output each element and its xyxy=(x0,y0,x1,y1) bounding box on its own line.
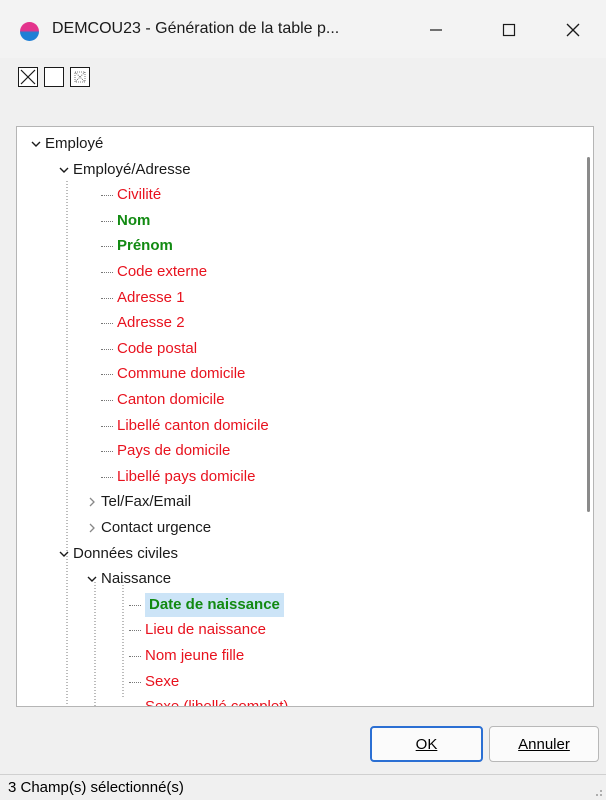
maximize-button[interactable] xyxy=(486,10,532,50)
select-all-button[interactable] xyxy=(18,67,38,87)
field-tree[interactable]: Employé Employé/Adresse Civilité Nom Prénom C… xyxy=(16,126,594,707)
tree-item-label: Canton domicile xyxy=(117,391,225,408)
tree-item-label: Libellé pays domicile xyxy=(117,467,256,485)
close-button[interactable] xyxy=(550,10,596,50)
tree-leaf[interactable]: Code externe xyxy=(17,260,577,284)
tree-leaf[interactable]: Adresse 2 xyxy=(17,311,577,335)
tree-item-label: Naissance xyxy=(101,570,172,588)
tree-connector xyxy=(101,195,113,197)
tree-node[interactable]: Données civiles xyxy=(17,542,577,566)
tree-item-label: Lieu de naissance xyxy=(145,621,266,639)
invert-selection-button[interactable] xyxy=(70,67,90,87)
tree-leaf[interactable]: Code postal xyxy=(17,337,577,361)
tree-item-label: Contact urgence xyxy=(101,519,212,536)
tree-node[interactable]: Contact urgence xyxy=(17,516,577,540)
tree-item-label: Tel/Fax/Email xyxy=(101,493,192,511)
tree-item-label: Civilité xyxy=(117,186,162,204)
tree-item-label: Nom jeune fille xyxy=(145,647,245,664)
tree-leaf[interactable]: Libellé pays domicile xyxy=(17,465,577,489)
chevron-down-icon[interactable] xyxy=(29,132,43,156)
checkbox-crossed-icon xyxy=(20,69,36,85)
tree-item-label: Sexe (libellé complet) xyxy=(145,698,289,707)
tree-connector xyxy=(129,604,141,606)
chevron-right-icon[interactable] xyxy=(85,490,99,514)
tree-leaf[interactable]: Pays de domicile xyxy=(17,439,577,463)
tree-connector xyxy=(101,374,113,376)
tree-connector xyxy=(129,630,141,632)
tree-connector xyxy=(101,272,113,273)
tree-leaf[interactable]: Canton domicile xyxy=(17,388,577,412)
tree-connector xyxy=(101,348,113,350)
tree-item-label: Date de naissance xyxy=(145,592,284,617)
status-bar: 3 Champ(s) sélectionné(s) xyxy=(0,774,606,800)
tree-connector xyxy=(101,425,113,427)
tree-leaf[interactable]: Lieu de naissance xyxy=(17,618,577,642)
cancel-button[interactable]: Annuler xyxy=(489,726,599,762)
tree-leaf[interactable]: Libellé canton domicile xyxy=(17,414,577,438)
tree-connector xyxy=(101,476,113,478)
tree-item-label: Code externe xyxy=(117,263,208,280)
tree-leaf[interactable]: Nom jeune fille xyxy=(17,644,577,668)
close-icon xyxy=(566,23,580,37)
tree-leaf[interactable]: Nom xyxy=(17,209,577,233)
tree-item-label: Pays de domicile xyxy=(117,442,231,460)
tree-scrollbar-thumb[interactable] xyxy=(587,157,590,512)
tree-item-label: Adresse 2 xyxy=(117,314,185,332)
tree-item-label: Prénom xyxy=(117,237,173,255)
tree-node[interactable]: Tel/Fax/Email xyxy=(17,490,577,514)
tree-item-label: Données civiles xyxy=(73,544,179,562)
tree-leaf[interactable]: Adresse 1 xyxy=(17,286,577,310)
tree-connector xyxy=(101,297,113,299)
tree-connector xyxy=(101,246,113,248)
chevron-down-icon[interactable] xyxy=(57,158,71,182)
cancel-button-label: Annuler xyxy=(518,735,570,753)
tree-node[interactable]: Employé xyxy=(17,132,577,156)
minimize-icon xyxy=(430,29,442,31)
ok-button-label: OK xyxy=(415,735,438,753)
tree-node[interactable]: Employé/Adresse xyxy=(17,158,577,182)
tree-leaf[interactable]: Date de naissance xyxy=(17,592,577,617)
tree-leaf[interactable]: Commune domicile xyxy=(17,362,577,386)
window-title: DEMCOU23 - Génération de la table p... xyxy=(52,20,340,37)
resize-grip-icon[interactable] xyxy=(593,787,603,797)
title-bar[interactable]: DEMCOU23 - Génération de la table p... xyxy=(0,0,606,58)
status-text: 3 Champ(s) sélectionné(s) xyxy=(8,779,184,796)
tree-item-label: Sexe xyxy=(145,672,180,690)
tree-item-label: Employé xyxy=(45,135,104,152)
tree-connector xyxy=(129,681,141,683)
minimize-button[interactable] xyxy=(413,10,459,50)
deselect-all-button[interactable] xyxy=(44,67,64,87)
tree-item-label: Commune domicile xyxy=(117,365,246,383)
ok-button[interactable]: OK xyxy=(370,726,483,762)
tree-connector xyxy=(101,400,113,401)
tree-node[interactable]: Naissance xyxy=(17,567,577,591)
chevron-down-icon[interactable] xyxy=(57,542,71,566)
tree-item-label: Employé/Adresse xyxy=(73,160,191,178)
chevron-down-icon[interactable] xyxy=(85,567,99,591)
tree-item-label: Nom xyxy=(117,211,151,229)
chevron-right-icon[interactable] xyxy=(85,516,99,540)
tree-item-label: Code postal xyxy=(117,339,198,357)
tree-connector xyxy=(101,220,113,222)
tree-leaf[interactable]: Sexe xyxy=(17,670,577,694)
tree-leaf[interactable]: Civilité xyxy=(17,183,577,207)
tree-connector xyxy=(101,323,113,325)
tree-item-label: Adresse 1 xyxy=(117,288,185,306)
selection-toolbar xyxy=(18,67,90,87)
maximize-icon xyxy=(502,23,516,37)
checkbox-dotted-icon xyxy=(74,71,86,83)
app-logo-icon xyxy=(20,22,39,41)
tree-connector xyxy=(101,451,113,453)
tree-connector xyxy=(129,656,141,657)
tree-leaf[interactable]: Prénom xyxy=(17,234,577,258)
tree-item-label: Libellé canton domicile xyxy=(117,416,269,434)
tree-leaf[interactable]: Sexe (libellé complet) xyxy=(17,695,577,707)
